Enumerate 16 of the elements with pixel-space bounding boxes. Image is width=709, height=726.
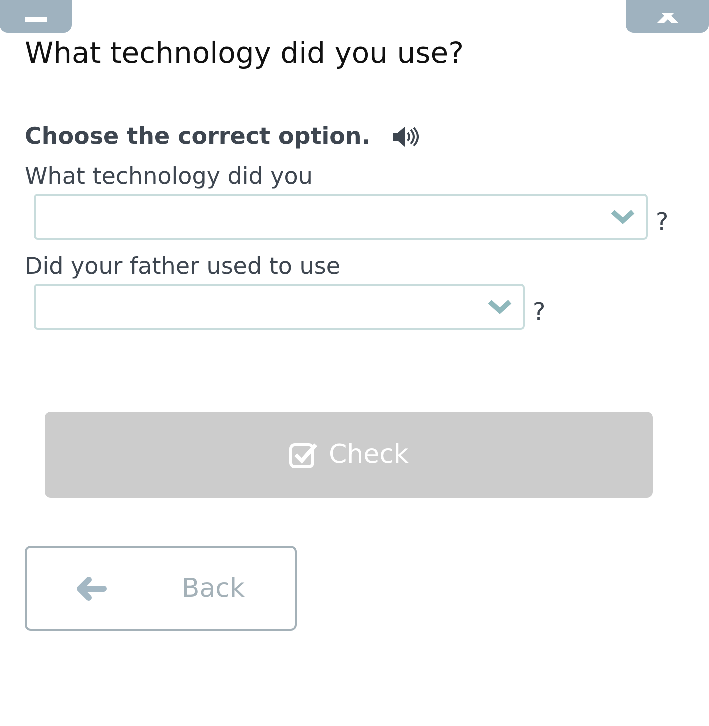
- back-button[interactable]: Back: [25, 546, 297, 631]
- question-prompt: Did your father used to use: [24, 253, 342, 280]
- answer-dropdown[interactable]: [34, 284, 525, 330]
- close-icon: [656, 13, 680, 23]
- question-mark: ?: [656, 208, 669, 236]
- page-title: What technology did you use?: [25, 36, 464, 70]
- answer-dropdown[interactable]: [34, 194, 648, 240]
- checkbox-icon: [289, 441, 319, 469]
- question-mark: ?: [533, 298, 546, 326]
- question-prompt: What technology did you: [24, 163, 314, 190]
- arrow-left-icon: [77, 576, 107, 600]
- chevron-down-icon: [610, 209, 636, 225]
- speaker-icon[interactable]: [390, 126, 419, 148]
- instruction-text: Choose the correct option.: [25, 124, 371, 150]
- chevron-down-icon: [487, 299, 513, 315]
- menu-icon: [25, 17, 47, 23]
